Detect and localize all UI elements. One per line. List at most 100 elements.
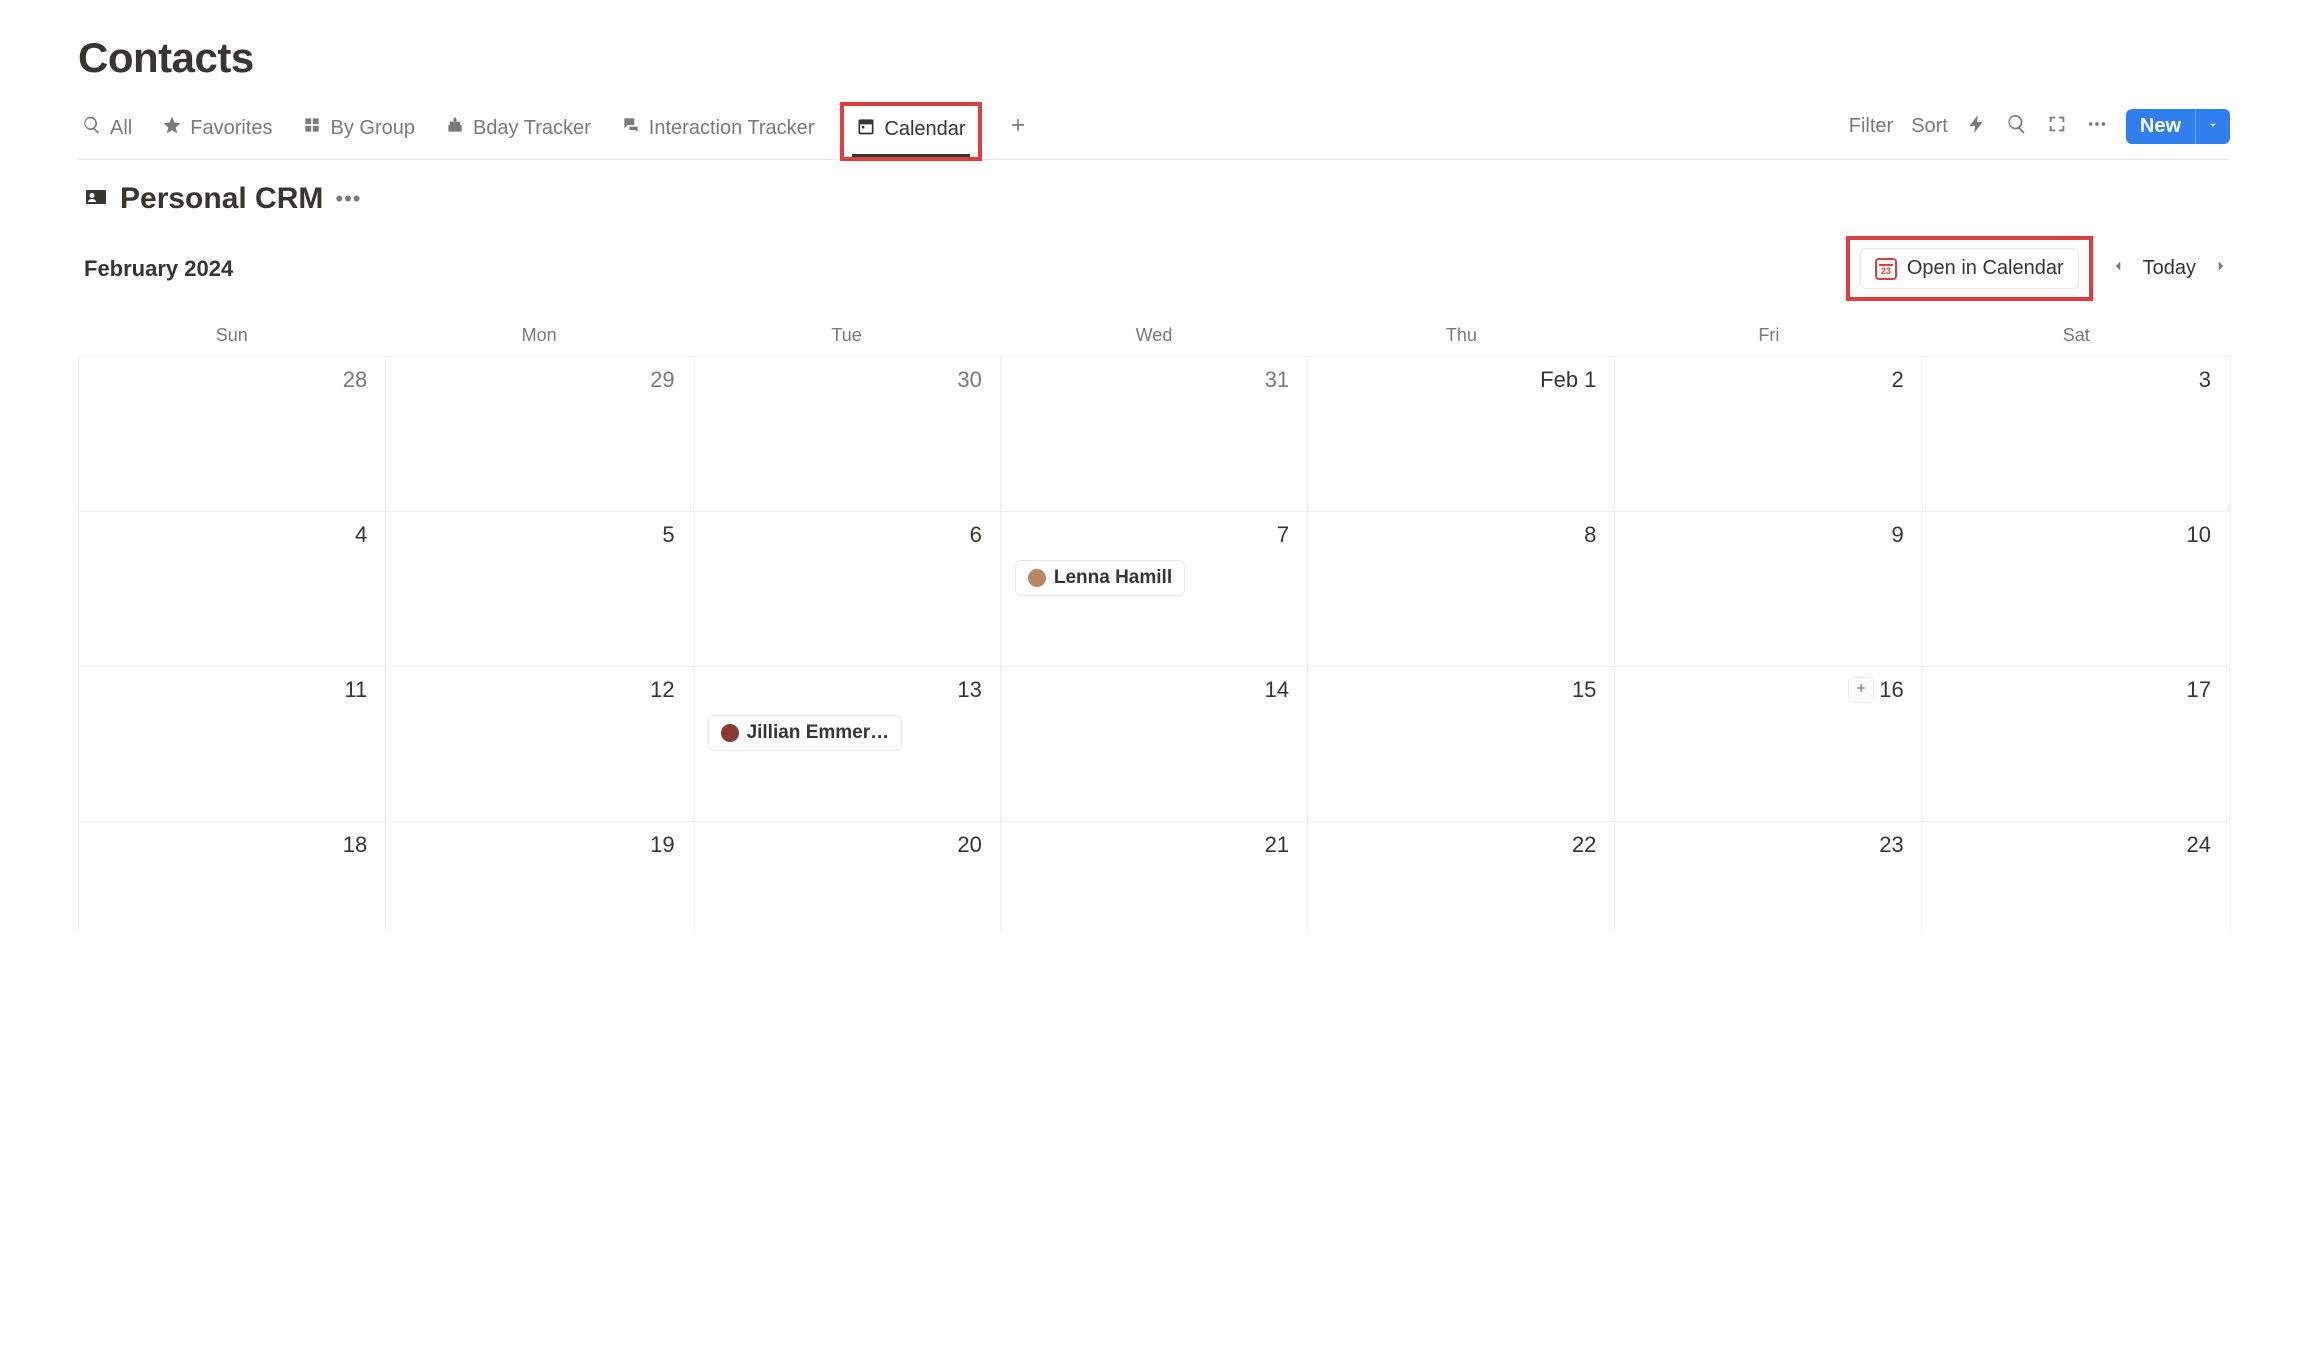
- calendar-day-cell[interactable]: 13Jillian Emmer…: [694, 667, 1001, 822]
- calendar-day-cell[interactable]: Feb 1: [1308, 357, 1615, 512]
- calendar-day-cell[interactable]: 29: [386, 357, 693, 512]
- highlight-calendar-tab: Calendar: [840, 102, 981, 161]
- calendar-day-cell[interactable]: 24: [1923, 822, 2230, 932]
- new-button[interactable]: New: [2126, 109, 2230, 144]
- weekday-label: Thu: [1308, 319, 1615, 356]
- view-tabs: All Favorites By Group Bday Tracker Inte…: [78, 102, 1032, 159]
- view-tab-calendar[interactable]: Calendar: [852, 108, 969, 157]
- day-number: 4: [355, 522, 367, 548]
- add-event-button[interactable]: [1848, 677, 1874, 703]
- calendar-event[interactable]: Jillian Emmer…: [708, 715, 903, 751]
- cake-icon: [445, 115, 465, 141]
- calendar-day-cell[interactable]: 8: [1308, 512, 1615, 667]
- calendar-day-cell[interactable]: 18: [79, 822, 386, 932]
- calendar-day-cell[interactable]: 30: [694, 357, 1001, 512]
- calendar-grid: 28293031Feb 1234567Lenna Hamill891011121…: [78, 356, 2230, 932]
- chat-icon: [621, 115, 641, 141]
- right-toolbar: Filter Sort New: [1849, 109, 2230, 152]
- next-month-button[interactable]: [2212, 257, 2230, 280]
- chevron-down-icon: [2206, 115, 2220, 138]
- calendar-day-cell[interactable]: 15: [1308, 667, 1615, 822]
- day-number: 16: [1879, 677, 1903, 703]
- automations-button[interactable]: [1966, 113, 1988, 140]
- avatar: [1028, 569, 1046, 587]
- contact-card-icon: [84, 185, 108, 214]
- calendar-day-cell[interactable]: 3: [1923, 357, 2230, 512]
- day-number: 20: [957, 832, 981, 858]
- highlight-open-in-calendar: 23 Open in Calendar: [1846, 236, 2093, 301]
- calendar-day-cell[interactable]: 14: [1001, 667, 1308, 822]
- plus-icon: [1854, 681, 1868, 700]
- calendar-day-cell[interactable]: 11: [79, 667, 386, 822]
- view-tab-label: All: [110, 117, 132, 140]
- day-number: 11: [344, 677, 367, 703]
- chevron-left-icon: [2109, 257, 2127, 280]
- calendar-day-cell[interactable]: 23: [1615, 822, 1922, 932]
- new-button-dropdown[interactable]: [2195, 109, 2230, 144]
- day-number: 10: [2187, 522, 2211, 548]
- today-button[interactable]: Today: [2143, 257, 2196, 280]
- prev-month-button[interactable]: [2109, 257, 2127, 280]
- calendar-day-cell[interactable]: 19: [386, 822, 693, 932]
- calendar-day-cell[interactable]: 31: [1001, 357, 1308, 512]
- calendar-event[interactable]: Lenna Hamill: [1015, 560, 1185, 596]
- calendar-day-cell[interactable]: 22: [1308, 822, 1615, 932]
- day-number: 19: [650, 832, 674, 858]
- calendar-day-cell[interactable]: 28: [79, 357, 386, 512]
- calendar-day-cell[interactable]: 10: [1923, 512, 2230, 667]
- calendar-app-icon: 23: [1875, 258, 1897, 280]
- calendar-day-cell[interactable]: 21: [1001, 822, 1308, 932]
- day-number: 23: [1879, 832, 1903, 858]
- calendar-day-cell[interactable]: 5: [386, 512, 693, 667]
- database-title[interactable]: Personal CRM: [120, 182, 323, 216]
- group-icon: [302, 115, 322, 141]
- view-tab-label: Calendar: [884, 118, 965, 141]
- calendar-day-cell[interactable]: 16: [1615, 667, 1922, 822]
- expand-icon: [2046, 113, 2068, 140]
- calendar-day-cell[interactable]: 6: [694, 512, 1001, 667]
- calendar-day-cell[interactable]: 2: [1615, 357, 1922, 512]
- search-button[interactable]: [2006, 113, 2028, 140]
- database-more-button[interactable]: •••: [335, 186, 361, 212]
- day-number: 28: [343, 367, 367, 393]
- calendar-day-cell[interactable]: 7 Lenna Hamill: [1001, 512, 1308, 667]
- calendar-toolbar: February 2024 23 Open in Calendar Today: [78, 222, 2230, 319]
- chevron-right-icon: [2212, 257, 2230, 280]
- more-button[interactable]: [2086, 113, 2108, 140]
- day-number: 9: [1891, 522, 1903, 548]
- view-tab-by-group[interactable]: By Group: [298, 107, 418, 156]
- calendar-day-cell[interactable]: 4: [79, 512, 386, 667]
- calendar-day-cell[interactable]: 9: [1615, 512, 1922, 667]
- sort-button[interactable]: Sort: [1911, 115, 1948, 138]
- day-number: 31: [1265, 367, 1289, 393]
- weekday-label: Fri: [1615, 319, 1922, 356]
- plus-icon: [1008, 115, 1028, 141]
- open-in-calendar-button[interactable]: 23 Open in Calendar: [1860, 248, 2079, 289]
- lightning-icon: [1966, 113, 1988, 140]
- day-number: 7: [1277, 522, 1289, 548]
- day-number: 17: [2187, 677, 2211, 703]
- expand-button[interactable]: [2046, 113, 2068, 140]
- view-tab-interaction-tracker[interactable]: Interaction Tracker: [617, 107, 819, 156]
- search-icon: [2006, 113, 2028, 140]
- weekday-header: SunMonTueWedThuFriSat: [78, 319, 2230, 356]
- view-tab-all[interactable]: All: [78, 107, 136, 156]
- view-tab-bday-tracker[interactable]: Bday Tracker: [441, 107, 595, 156]
- star-icon: [162, 115, 182, 141]
- calendar-icon: [856, 116, 876, 142]
- database-title-row: Personal CRM •••: [78, 160, 2230, 222]
- calendar-day-cell[interactable]: 20: [694, 822, 1001, 932]
- avatar: [721, 724, 739, 742]
- calendar-day-cell[interactable]: 12: [386, 667, 693, 822]
- filter-button[interactable]: Filter: [1849, 115, 1893, 138]
- search-icon: [82, 115, 102, 141]
- day-number: 29: [650, 367, 674, 393]
- calendar-day-cell[interactable]: 17: [1923, 667, 2230, 822]
- more-icon: [2086, 113, 2108, 140]
- add-view-button[interactable]: [1004, 107, 1032, 156]
- weekday-label: Sun: [78, 319, 385, 356]
- weekday-label: Wed: [1000, 319, 1307, 356]
- day-number: 15: [1572, 677, 1596, 703]
- day-number: 30: [957, 367, 981, 393]
- view-tab-favorites[interactable]: Favorites: [158, 107, 276, 156]
